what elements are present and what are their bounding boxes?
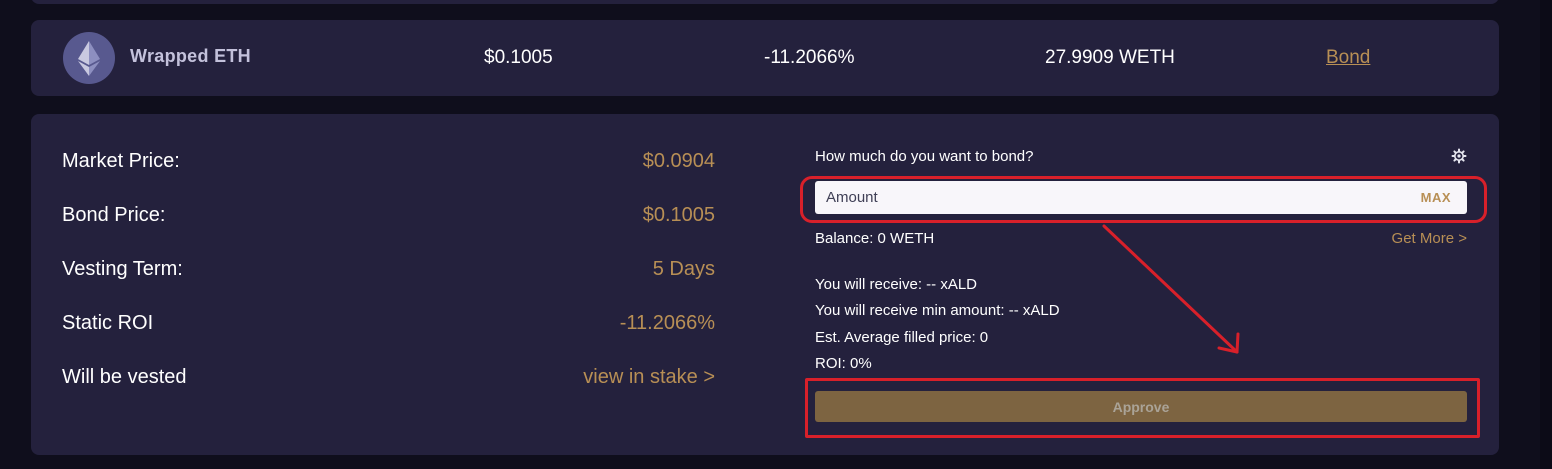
static-roi-value: -11.2066% (619, 312, 715, 334)
bond-price-value: $0.1005 (642, 204, 715, 226)
get-more-link[interactable]: Get More > (1392, 230, 1467, 247)
will-be-vested-label: Will be vested (62, 366, 187, 388)
bond-link[interactable]: Bond (1326, 47, 1370, 69)
amount-highlight-annotation (800, 176, 1487, 223)
avg-price-text: Est. Average filled price: 0 (815, 329, 989, 346)
bond-price-label: Bond Price: (62, 204, 166, 226)
vesting-term-label: Vesting Term: (62, 258, 183, 280)
vesting-term-value: 5 Days (652, 258, 715, 280)
static-roi-label: Static ROI (62, 312, 154, 334)
market-price-label: Market Price: (62, 150, 180, 172)
ethereum-icon (63, 32, 115, 84)
view-in-stake-link[interactable]: view in stake > (583, 366, 715, 389)
market-price-value: $0.0904 (642, 150, 715, 172)
receive-min-text: You will receive min amount: -- xALD (815, 302, 1060, 319)
roi-cell: -11.2066% (764, 47, 855, 68)
receive-text: You will receive: -- xALD (815, 276, 978, 293)
bond-form-title: How much do you want to bond? (815, 148, 1034, 165)
purchased-cell: 27.9909 WETH (1045, 47, 1175, 68)
bond-price-cell: $0.1005 (484, 47, 553, 68)
gear-icon[interactable] (1451, 148, 1467, 164)
page-scroll-edge (1540, 0, 1552, 469)
approve-highlight-annotation (805, 378, 1480, 438)
bond-asset-row[interactable]: Wrapped ETH $0.1005 -11.2066% 27.9909 WE… (31, 20, 1499, 96)
previous-card-edge (31, 0, 1499, 4)
token-name: Wrapped ETH (130, 46, 251, 66)
roi-text: ROI: 0% (815, 355, 872, 372)
balance-text: Balance: 0 WETH (815, 230, 935, 247)
